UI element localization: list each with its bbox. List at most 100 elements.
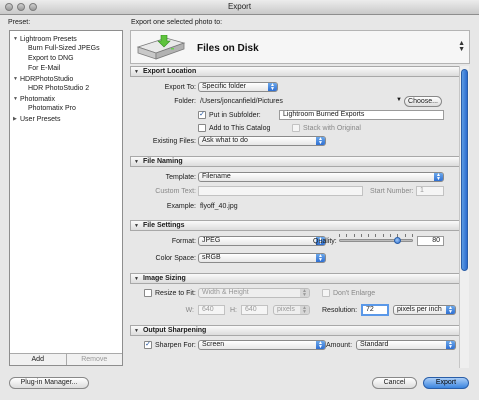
format-label: Format: [171, 238, 196, 245]
scrollbar-thumb[interactable] [461, 69, 468, 271]
template-label: Template: [165, 174, 196, 181]
popup-arrows-icon: ▲ ▼ [446, 306, 455, 315]
preset-group-lightroom[interactable]: ▼ Lightroom Presets [13, 34, 122, 44]
disclosure-open-icon[interactable]: ▼ [13, 76, 20, 82]
preset-group-label: User Presets [20, 115, 61, 123]
window-controls[interactable] [5, 3, 37, 11]
preset-item[interactable]: Burn Full-Sized JPEGs [13, 44, 122, 54]
preset-item[interactable]: Photomatix Pro [13, 104, 122, 114]
popup-arrows-icon: ▲ ▼ [446, 341, 455, 350]
image-sizing-section: ▼ Image Sizing Resize to Fit: Width & Hei… [130, 273, 460, 322]
destination-header[interactable]: Files on Disk ▲ ▼ [130, 30, 470, 64]
add-preset-button[interactable]: Add [10, 354, 66, 365]
folder-path: /Users/joncanfield/Pictures [200, 98, 283, 105]
export-to-select[interactable]: Specific folder ▲ ▼ [198, 82, 278, 92]
resize-mode-select[interactable]: Width & Height ▲ ▼ [198, 288, 310, 298]
sharpen-checkbox[interactable]: ✓ [144, 341, 152, 349]
popup-value: Standard [360, 341, 389, 348]
start-number-input[interactable]: 1 [416, 186, 444, 196]
minimize-window-button[interactable] [17, 3, 25, 11]
dont-enlarge-checkbox[interactable] [322, 289, 330, 297]
dont-enlarge-label: Don't Enlarge [333, 290, 376, 297]
size-unit-select[interactable]: pixels ▲ ▼ [273, 305, 310, 315]
section-title: Export Location [142, 68, 197, 75]
preset-group-label: Lightroom Presets [20, 35, 77, 43]
section-header[interactable]: ▼ Image Sizing [130, 273, 460, 284]
quality-input[interactable]: 80 [417, 236, 444, 246]
subfolder-checkbox[interactable]: ✓ [198, 111, 206, 119]
resolution-unit-select[interactable]: pixels per inch ▲ ▼ [393, 305, 456, 315]
color-space-select[interactable]: sRGB ▲ ▼ [198, 253, 326, 263]
section-body: ✓ Sharpen For: Screen ▲ ▼ Amount: Standard… [130, 336, 460, 366]
amount-label: Amount: [326, 342, 353, 349]
choose-button[interactable]: Choose... [404, 96, 442, 107]
preset-item[interactable]: Export to DNG [13, 54, 122, 64]
output-sharpening-section: ▼ Output Sharpening ✓ Sharpen For: Screen… [130, 325, 460, 366]
template-select[interactable]: Filename ▲ ▼ [198, 172, 444, 182]
width-input[interactable]: 640 [198, 305, 225, 315]
popup-arrows-icon: ▲ ▼ [300, 306, 309, 315]
resolution-input[interactable]: 72 [361, 304, 389, 316]
section-header[interactable]: ▼ Export Location [130, 66, 460, 77]
quality-slider-knob[interactable] [394, 237, 402, 244]
close-window-button[interactable] [5, 3, 13, 11]
preset-item[interactable]: For E-Mail [13, 64, 122, 74]
preset-group-photomatix[interactable]: ▼ Photomatix [13, 94, 122, 104]
subfolder-label: Put in Subfolder: [209, 112, 261, 119]
disclosure-open-icon[interactable]: ▼ [134, 328, 139, 334]
disclosure-open-icon[interactable]: ▼ [13, 36, 20, 42]
disclosure-open-icon[interactable]: ▼ [134, 69, 139, 75]
folder-label: Folder: [174, 98, 196, 105]
amount-select[interactable]: Standard ▲ ▼ [356, 340, 456, 350]
section-body: Resize to Fit: Width & Height ▲ ▼ Don't En… [130, 284, 460, 322]
disk-download-icon [136, 35, 186, 60]
cancel-button[interactable]: Cancel [372, 377, 417, 389]
popup-value: pixels [277, 306, 295, 313]
example-label: Example: [166, 203, 196, 210]
settings-scrollbar[interactable] [459, 66, 469, 368]
resize-label: Resize to Fit: [155, 290, 196, 297]
resolution-label: Resolution: [322, 307, 358, 314]
section-header[interactable]: ▼ Output Sharpening [130, 325, 460, 336]
preset-group-label: HDRPhotoStudio [20, 75, 74, 83]
existing-files-label: Existing Files: [152, 138, 196, 145]
popup-value: pixels per inch [397, 306, 442, 313]
section-body: Format: JPEG ▲ ▼ Quality: 80 Color Space: … [130, 231, 460, 270]
preset-tree: ▼ Lightroom Presets Burn Full-Sized JPEGs… [10, 31, 122, 124]
file-naming-section: ▼ File Naming Template: Filename ▲ ▼ Custom… [130, 156, 460, 217]
custom-text-input[interactable] [198, 186, 363, 196]
remove-preset-button[interactable]: Remove [65, 354, 123, 365]
popup-arrows-icon: ▲ ▼ [316, 137, 325, 146]
preset-group-user[interactable]: ▶ User Presets [13, 114, 122, 124]
sharpen-label: Sharpen For: [155, 342, 196, 349]
subfolder-input[interactable]: Lightroom Burned Exports [279, 110, 444, 120]
quality-slider-track[interactable] [339, 239, 413, 242]
preset-group-hdrphotostudio[interactable]: ▼ HDRPhotoStudio [13, 74, 122, 84]
disclosure-open-icon[interactable]: ▼ [134, 276, 139, 282]
destination-chevron-icon[interactable]: ▲ ▼ [458, 40, 465, 53]
section-title: Image Sizing [142, 275, 186, 282]
add-catalog-checkbox[interactable] [198, 124, 206, 132]
height-input[interactable]: 640 [241, 305, 268, 315]
add-catalog-label: Add to This Catalog [209, 125, 271, 132]
section-header[interactable]: ▼ File Naming [130, 156, 460, 167]
popup-value: Filename [202, 173, 231, 180]
preset-label: Preset: [8, 19, 31, 26]
sharpen-for-select[interactable]: Screen ▲ ▼ [198, 340, 326, 350]
stack-original-checkbox[interactable] [292, 124, 300, 132]
section-header[interactable]: ▼ File Settings [130, 220, 460, 231]
existing-files-select[interactable]: Ask what to do ▲ ▼ [198, 136, 326, 146]
zoom-window-button[interactable] [29, 3, 37, 11]
export-button[interactable]: Export [423, 377, 469, 389]
folder-dropdown-icon[interactable]: ▼ [396, 97, 402, 103]
plugin-manager-button[interactable]: Plug-in Manager... [9, 377, 89, 389]
format-select[interactable]: JPEG ▲ ▼ [198, 236, 326, 246]
export-subtitle: Export one selected photo to: [131, 19, 223, 26]
resize-checkbox[interactable] [144, 289, 152, 297]
disclosure-open-icon[interactable]: ▼ [134, 159, 139, 165]
preset-item[interactable]: HDR PhotoStudio 2 [13, 84, 122, 94]
disclosure-open-icon[interactable]: ▼ [134, 223, 139, 229]
preset-sidebar: ▼ Lightroom Presets Burn Full-Sized JPEGs… [9, 30, 123, 366]
disclosure-closed-icon[interactable]: ▶ [13, 116, 20, 122]
disclosure-open-icon[interactable]: ▼ [13, 96, 20, 102]
